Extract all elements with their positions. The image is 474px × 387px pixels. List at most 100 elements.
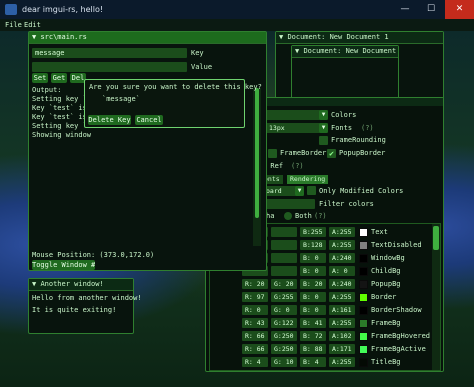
- color-channel-r[interactable]: R: 4: [242, 357, 268, 367]
- close-button[interactable]: ✕: [445, 0, 474, 19]
- color-row[interactable]: R: 4 G: 10 B: 4 A:255 TitleBg: [210, 357, 430, 368]
- filter-colors-input[interactable]: [263, 199, 315, 209]
- scrollbar-thumb[interactable]: [433, 226, 439, 250]
- main-window[interactable]: ▼ src\main.rs message Key Value Set Get …: [28, 31, 267, 271]
- color-channel-a[interactable]: A:240: [329, 253, 355, 263]
- frame-rounding-checkbox[interactable]: [319, 136, 328, 145]
- another-window[interactable]: ▼ Another window! Hello from another win…: [28, 278, 142, 334]
- color-channel-b[interactable]: B: 0: [300, 305, 326, 315]
- color-row[interactable]: R: 20 G: 20 B: 20 A:240 PopupBg: [210, 279, 430, 290]
- color-channel-a[interactable]: A:255: [329, 227, 355, 237]
- menu-edit[interactable]: Edit: [24, 21, 41, 29]
- chevron-down-icon[interactable]: ▼: [295, 186, 304, 196]
- another-window-title[interactable]: ▼ Another window!: [29, 279, 133, 291]
- set-button[interactable]: Set: [32, 73, 48, 83]
- maximize-button[interactable]: ☐: [418, 0, 444, 19]
- help-marker[interactable]: (?): [291, 162, 304, 171]
- color-channel-g[interactable]: G:255: [271, 292, 297, 302]
- help-marker[interactable]: (?): [361, 124, 374, 133]
- confirm-delete-popup[interactable]: Are you sure you want to delete this key…: [84, 79, 262, 128]
- color-row[interactable]: R: 66 G:250 B: 72 A:102 FrameBgHovered: [210, 331, 430, 342]
- color-channel-g[interactable]: G:250: [271, 331, 297, 341]
- chevron-down-icon[interactable]: ▼: [319, 110, 328, 120]
- color-channel-r[interactable]: R: 20: [242, 279, 268, 289]
- color-channel-b[interactable]: B: 41: [300, 318, 326, 328]
- color-channel-b[interactable]: B: 0: [300, 292, 326, 302]
- color-swatch[interactable]: [359, 319, 368, 328]
- color-channel-r[interactable]: R: 66: [242, 344, 268, 354]
- main-scrollbar[interactable]: [253, 88, 261, 246]
- color-channel-r[interactable]: R: 43: [242, 318, 268, 328]
- toggle-window-button[interactable]: Toggle Window #2: [32, 260, 95, 270]
- color-channel-a[interactable]: A:255: [329, 292, 355, 302]
- color-channel-r[interactable]: R: 0: [242, 305, 268, 315]
- color-channel-a[interactable]: A:102: [329, 331, 355, 341]
- color-channel-a[interactable]: A:171: [329, 344, 355, 354]
- confirm-cancel-button[interactable]: Cancel: [135, 115, 163, 125]
- document-2-window[interactable]: ▼ Document: New Document 2: [291, 45, 399, 100]
- tab-rendering[interactable]: Rendering: [287, 175, 329, 184]
- color-list-scrollbar[interactable]: [432, 224, 440, 370]
- color-channel-a[interactable]: A:161: [329, 305, 355, 315]
- color-channel-b[interactable]: B: 0: [300, 253, 326, 263]
- color-channel-b[interactable]: B: 72: [300, 331, 326, 341]
- color-channel-g[interactable]: G: 0: [271, 305, 297, 315]
- color-channel-b[interactable]: B: 4: [300, 357, 326, 367]
- chevron-down-icon[interactable]: ▼: [319, 123, 328, 133]
- color-channel-b[interactable]: B:255: [300, 227, 326, 237]
- color-swatch[interactable]: [359, 241, 368, 250]
- color-channel-g[interactable]: G:122: [271, 318, 297, 328]
- color-row[interactable]: R: 97 G:255 B: 0 A:255 Border: [210, 292, 430, 303]
- main-window-title[interactable]: ▼ src\main.rs: [29, 32, 266, 44]
- color-swatch[interactable]: [359, 254, 368, 263]
- color-row[interactable]: R: 0 G: 0 B: 0 A:161 BorderShadow: [210, 305, 430, 316]
- frame-border-checkbox[interactable]: [268, 149, 277, 158]
- confirm-delete-key-button[interactable]: Delete Key: [88, 115, 131, 125]
- color-channel-g[interactable]: G:250: [271, 344, 297, 354]
- popup-border-checkbox[interactable]: ✔: [327, 149, 336, 158]
- color-swatch[interactable]: [359, 332, 368, 341]
- color-channel-b[interactable]: B: 20: [300, 279, 326, 289]
- help-marker[interactable]: (?): [314, 212, 327, 221]
- color-channel-g[interactable]: [271, 227, 297, 237]
- color-swatch[interactable]: [359, 293, 368, 302]
- only-modified-checkbox[interactable]: [307, 186, 316, 195]
- color-channel-g[interactable]: [271, 253, 297, 263]
- color-swatch[interactable]: [359, 345, 368, 354]
- color-channel-a[interactable]: A:255: [329, 357, 355, 367]
- alpha-both-radio[interactable]: [284, 212, 292, 220]
- key-input[interactable]: message: [32, 48, 187, 58]
- color-channel-b[interactable]: B: 0: [300, 266, 326, 276]
- color-channel-r[interactable]: R: 97: [242, 292, 268, 302]
- color-row[interactable]: R: 43 G:122 B: 41 A:255 FrameBg: [210, 318, 430, 329]
- color-channel-b[interactable]: B: 88: [300, 344, 326, 354]
- color-channel-g[interactable]: [271, 240, 297, 250]
- color-channel-a[interactable]: A: 0: [329, 266, 355, 276]
- color-swatch[interactable]: [359, 306, 368, 315]
- color-swatch[interactable]: [359, 280, 368, 289]
- color-row[interactable]: R: 66 G:250 B: 88 A:171 FrameBgActive: [210, 344, 430, 355]
- color-channel-b[interactable]: B:128: [300, 240, 326, 250]
- menu-file[interactable]: File: [5, 21, 22, 29]
- color-swatch[interactable]: [359, 228, 368, 237]
- get-button[interactable]: Get: [51, 73, 67, 83]
- color-swatch[interactable]: [359, 358, 368, 367]
- color-channel-a[interactable]: A:255: [329, 240, 355, 250]
- color-channel-r[interactable]: R: 66: [242, 331, 268, 341]
- fonts-label: Fonts: [331, 124, 353, 132]
- only-modified-label: Only Modified Colors: [319, 187, 404, 195]
- color-channel-g[interactable]: [271, 266, 297, 276]
- minimize-button[interactable]: —: [392, 0, 418, 19]
- color-name: FrameBg: [371, 319, 401, 327]
- color-channel-a[interactable]: A:240: [329, 279, 355, 289]
- color-channel-g[interactable]: G: 20: [271, 279, 297, 289]
- color-channel-g[interactable]: G: 10: [271, 357, 297, 367]
- app-titlebar: dear imgui-rs, hello! — ☐ ✕: [0, 0, 474, 19]
- color-name: FrameBgHovered: [371, 332, 431, 340]
- color-channel-a[interactable]: A:255: [329, 318, 355, 328]
- value-input[interactable]: [32, 62, 187, 72]
- document-1-title[interactable]: ▼ Document: New Document 1: [276, 32, 443, 44]
- color-swatch[interactable]: [359, 267, 368, 276]
- scrollbar-thumb[interactable]: [255, 88, 259, 218]
- document-2-title[interactable]: ▼ Document: New Document 2: [292, 46, 398, 58]
